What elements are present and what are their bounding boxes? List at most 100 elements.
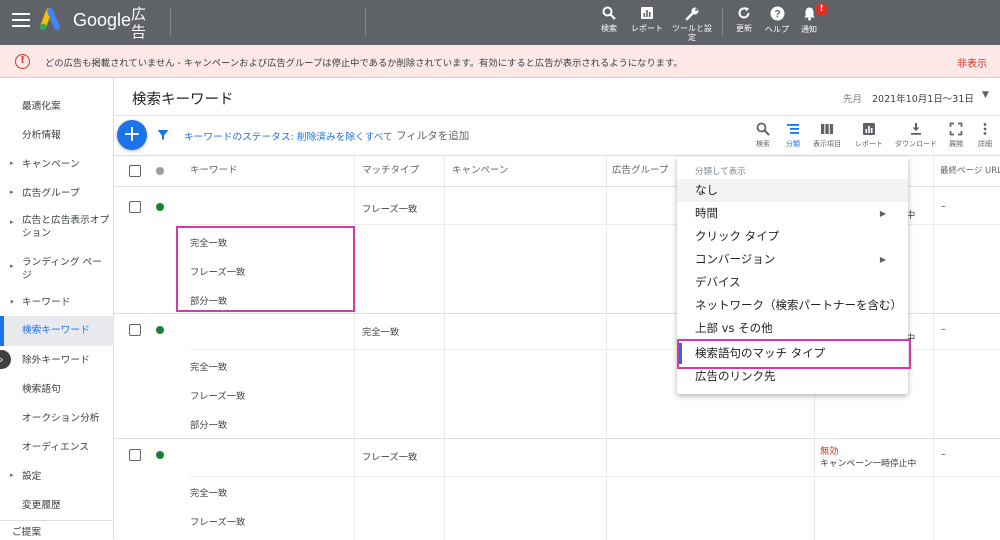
refresh-icon	[738, 7, 750, 19]
chevron-right-icon: ▶	[879, 255, 886, 264]
segment-phrase: フレーズ一致	[190, 391, 246, 402]
filter-icon[interactable]	[157, 129, 169, 141]
match-type-cell: フレーズ一致	[362, 204, 418, 215]
segment-option-network[interactable]: ネットワーク（検索パートナーを含む）	[677, 294, 908, 317]
status-detail: キャンペーン一時停止中	[820, 459, 917, 469]
segment-option-device[interactable]: デバイス	[677, 271, 908, 294]
column-divider	[933, 156, 934, 540]
sidebar-item-landing-pages[interactable]: ランディング ページ	[0, 256, 106, 282]
header-ad-group[interactable]: 広告グループ	[612, 156, 668, 186]
tool-download[interactable]: ダウンロード	[892, 122, 940, 149]
status-filter-chip[interactable]: キーワードのステータス: 削除済みを除くすべて	[184, 129, 393, 143]
column-divider	[444, 156, 445, 540]
row-checkbox[interactable]	[129, 449, 141, 461]
segment-phrase: フレーズ一致	[190, 517, 246, 528]
sidebar-item-campaigns[interactable]: キャンペーン	[0, 158, 114, 171]
option-label: 時間	[695, 206, 718, 220]
option-label: デバイス	[695, 275, 741, 289]
tool-report[interactable]: レポート	[852, 122, 886, 149]
column-divider	[354, 156, 355, 540]
header-keyword[interactable]: キーワード	[190, 156, 238, 186]
option-label: 広告のリンク先	[695, 369, 776, 383]
add-filter-button[interactable]: フィルタを追加	[396, 128, 469, 143]
tool-report-label: レポート	[855, 140, 883, 148]
segment-option-time[interactable]: 時間 ▶	[677, 202, 908, 225]
sidebar-item-recommendations[interactable]: 最適化案	[0, 100, 114, 113]
final-url-cell: –	[941, 449, 946, 460]
segment-exact: 完全一致	[190, 488, 228, 499]
segment-broad: 部分一致	[190, 420, 228, 431]
divider	[170, 8, 171, 36]
search-icon	[602, 6, 616, 20]
date-range-picker[interactable]: 2021年10月1日～31日	[872, 91, 974, 105]
divider	[114, 115, 1000, 116]
filter-prefix: キーワードのステータス:	[184, 132, 297, 143]
match-type-cell: フレーズ一致	[362, 452, 418, 463]
select-all-checkbox[interactable]	[129, 165, 141, 177]
sidebar-item-search-terms[interactable]: 検索語句	[0, 383, 114, 396]
header-final-url[interactable]: 最終ページ URL	[940, 156, 1000, 186]
add-button[interactable]: +	[117, 120, 147, 150]
divider	[0, 520, 114, 521]
tool-download-label: ダウンロード	[895, 140, 937, 148]
dropdown-header: 分類して表示	[695, 167, 746, 177]
final-url-cell: –	[941, 324, 946, 335]
sidebar-item-adgroups[interactable]: 広告グループ	[0, 187, 114, 200]
sidebar-item-auction-insights[interactable]: オークション分析	[0, 412, 114, 425]
sidebar-item-insights[interactable]: 分析情報	[0, 129, 114, 142]
tool-search[interactable]: 検索	[746, 122, 780, 149]
row-checkbox[interactable]	[129, 324, 141, 336]
tool-more-label: 詳細	[978, 140, 992, 148]
header-campaign[interactable]: キャンペーン	[452, 156, 509, 186]
page-title: 検索キーワード	[132, 92, 234, 108]
help-icon: ?	[770, 6, 784, 21]
divider	[190, 476, 1000, 477]
brand-suffix: 広告	[131, 5, 147, 41]
option-label: 上部 vs その他	[695, 321, 773, 335]
sidebar-item-settings[interactable]: 設定	[0, 470, 114, 483]
sidebar: 最適化案 分析情報 ▸ キャンペーン ▸ 広告グループ ▸ 広告と広告表示オプシ…	[0, 78, 114, 539]
tool-segment[interactable]: 分類	[776, 122, 810, 149]
sidebar-item-negative-keywords[interactable]: 除外キーワード	[0, 354, 114, 367]
menu-icon[interactable]	[10, 10, 32, 32]
notification-badge: !	[815, 3, 828, 16]
option-label: コンバージョン	[695, 252, 776, 266]
filter-value: 削除済みを除くすべて	[296, 132, 393, 143]
segment-exact: 完全一致	[190, 362, 228, 373]
sidebar-item-search-keywords[interactable]: 検索キーワード	[0, 316, 114, 346]
top-bar: Google 広告 検索 レポート ツールと設定 更新 ? ヘルプ 通知 !	[0, 0, 1000, 45]
status-dot	[156, 326, 164, 334]
tools-button[interactable]: ツールと設定	[669, 6, 715, 42]
divider	[114, 438, 1000, 439]
tools-label: ツールと設定	[672, 24, 712, 42]
header-match-type[interactable]: マッチタイプ	[362, 156, 419, 186]
segment-option-none[interactable]: なし	[677, 179, 908, 202]
dropdown-arrow-icon[interactable]: ▼	[982, 90, 989, 100]
hide-alert-button[interactable]: 非表示	[957, 55, 987, 70]
tool-more[interactable]: 詳細	[970, 122, 1000, 149]
sidebar-item-change-history[interactable]: 変更履歴	[0, 499, 114, 512]
report-button[interactable]: レポート	[623, 6, 671, 34]
segment-dropdown-menu: 分類して表示 なし 時間 ▶ クリック タイプ コンバージョン ▶ デバイス ネット…	[677, 157, 911, 394]
segment-option-top-vs-other[interactable]: 上部 vs その他	[677, 317, 908, 340]
sidebar-item-ads[interactable]: 広告と広告表示オプション	[0, 214, 110, 240]
sidebar-item-keywords[interactable]: キーワード	[0, 296, 114, 309]
segment-option-conversions[interactable]: コンバージョン ▶	[677, 248, 908, 271]
highlight-box	[176, 226, 355, 312]
row-checkbox[interactable]	[129, 201, 141, 213]
search-icon	[756, 122, 770, 136]
segment-option-click-type[interactable]: クリック タイプ	[677, 225, 908, 248]
tool-expand[interactable]: 展開	[941, 122, 971, 149]
option-label: クリック タイプ	[695, 229, 780, 243]
sidebar-item-suggestions[interactable]: ご提案	[0, 526, 114, 539]
status-header-dot	[156, 167, 164, 175]
report-label: レポート	[631, 24, 663, 33]
chevron-right-icon: ▶	[879, 209, 886, 218]
alert-text: どの広告も掲載されていません - キャンペーンおよび広告グループは停止中であるか…	[45, 58, 683, 69]
segment-icon	[787, 124, 799, 134]
sidebar-item-audiences[interactable]: オーディエンス	[0, 441, 114, 454]
brand-name: Google	[73, 10, 132, 30]
tool-columns[interactable]: 表示項目	[810, 122, 844, 149]
tool-expand-label: 展開	[949, 140, 963, 148]
search-label: 検索	[601, 24, 617, 33]
